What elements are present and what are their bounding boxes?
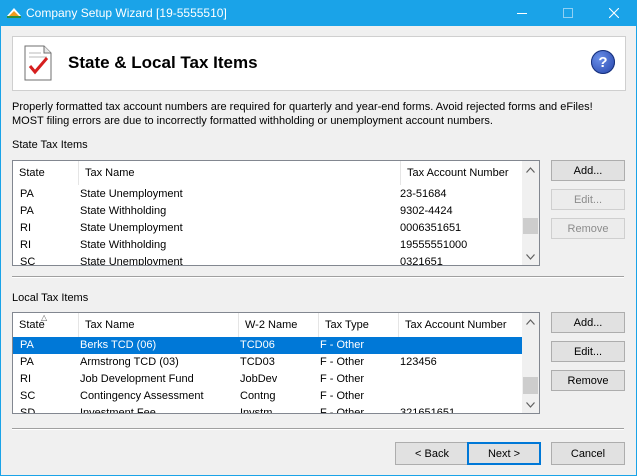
close-button[interactable] xyxy=(591,0,637,26)
tax-name-cell: Job Development Fund xyxy=(80,373,194,385)
title-bar: Company Setup Wizard [19-5555510] xyxy=(0,0,637,26)
help-glyph: ? xyxy=(598,53,608,71)
page-title: State & Local Tax Items xyxy=(68,53,258,72)
state-cell: PA xyxy=(20,188,34,200)
chevron-up-icon xyxy=(526,166,535,173)
scroll-down-button[interactable] xyxy=(522,248,539,265)
table-row[interactable]: SC State Unemployment 0321651 xyxy=(13,254,523,266)
close-icon xyxy=(609,8,619,18)
account-cell: 9302-4424 xyxy=(400,205,453,217)
tax-type-cell: F - Other xyxy=(320,390,365,402)
tax-name-cell: State Unemployment xyxy=(80,188,183,200)
local-add-button[interactable]: Add... xyxy=(551,312,625,333)
state-cell: PA xyxy=(20,339,34,351)
account-cell: 123456 xyxy=(400,356,437,368)
state-tax-list[interactable]: State Tax Name Tax Account Number PA Sta… xyxy=(12,160,540,266)
scroll-thumb[interactable] xyxy=(523,218,538,234)
account-col-header[interactable]: Tax Account Number xyxy=(401,161,523,185)
state-cell: RI xyxy=(20,239,31,251)
help-icon[interactable]: ? xyxy=(591,50,615,74)
state-cell: SC xyxy=(20,390,36,402)
tax-name-col-header[interactable]: Tax Name xyxy=(79,313,239,337)
state-cell: RI xyxy=(20,222,31,234)
state-col-header[interactable]: State xyxy=(13,313,79,337)
scroll-up-button[interactable] xyxy=(522,161,539,178)
cancel-button[interactable]: Cancel xyxy=(551,442,625,465)
next-button[interactable]: Next > xyxy=(467,442,541,465)
account-cell: 0006351651 xyxy=(400,222,462,234)
w2-name-cell: TCD03 xyxy=(240,356,275,368)
tax-name-cell: Armstrong TCD (03) xyxy=(80,356,179,368)
account-cell: 23-51684 xyxy=(400,188,447,200)
local-edit-button[interactable]: Edit... xyxy=(551,341,625,362)
table-row[interactable]: RI State Withholding 19555551000 xyxy=(13,237,523,254)
app-logo-icon xyxy=(7,8,21,18)
tax-name-cell: State Unemployment xyxy=(80,222,183,234)
tax-name-cell: State Unemployment xyxy=(80,256,183,266)
w2-name-cell: Invstm xyxy=(240,407,273,414)
w2-name-col-header[interactable]: W-2 Name xyxy=(239,313,319,337)
state-cell: PA xyxy=(20,356,34,368)
state-edit-button[interactable]: Edit... xyxy=(551,189,625,210)
tax-name-cell: Investment Fee xyxy=(80,407,156,414)
window-title: Company Setup Wizard [19-5555510] xyxy=(26,6,227,20)
tax-name-cell: Berks TCD (06) xyxy=(80,339,157,351)
w2-name-cell: Contng xyxy=(240,390,276,402)
w2-name-cell: TCD06 xyxy=(240,339,275,351)
minimize-button[interactable] xyxy=(499,0,545,26)
table-row[interactable]: RI Job Development Fund JobDev F - Other xyxy=(13,371,523,388)
local-remove-button[interactable]: Remove xyxy=(551,370,625,391)
local-tax-list[interactable]: △ State Tax Name W-2 Name Tax Type Tax A… xyxy=(12,312,540,414)
table-row[interactable]: PA State Withholding 9302-4424 xyxy=(13,203,523,220)
state-cell: SC xyxy=(20,256,36,266)
checklist-document-icon xyxy=(24,45,52,81)
table-row[interactable]: SD Investment Fee Invstm F - Other 32165… xyxy=(13,405,523,414)
minimize-icon xyxy=(517,13,527,14)
maximize-icon xyxy=(563,8,573,18)
state-list-scrollbar[interactable] xyxy=(522,161,539,265)
w2-name-cell: JobDev xyxy=(240,373,278,385)
intro-text: Properly formatted tax account numbers a… xyxy=(12,101,593,127)
local-list-scrollbar[interactable] xyxy=(522,313,539,413)
divider xyxy=(12,428,624,430)
maximize-button[interactable] xyxy=(545,0,591,26)
account-cell: 0321651 xyxy=(400,256,443,266)
tax-name-col-header[interactable]: Tax Name xyxy=(79,161,401,185)
account-cell: 321651651 xyxy=(400,407,456,414)
state-cell: RI xyxy=(20,373,31,385)
tax-type-cell: F - Other xyxy=(320,407,365,414)
chevron-up-icon xyxy=(526,318,535,325)
scroll-down-button[interactable] xyxy=(522,396,539,413)
account-cell: 19555551000 xyxy=(400,239,468,251)
table-row[interactable]: RI State Unemployment 0006351651 xyxy=(13,220,523,237)
back-button[interactable]: < Back xyxy=(395,442,469,465)
chevron-down-icon xyxy=(526,401,535,408)
tax-type-cell: F - Other xyxy=(320,373,365,385)
scroll-thumb[interactable] xyxy=(523,377,538,394)
table-row[interactable]: PA Berks TCD (06) TCD06 F - Other xyxy=(13,337,523,354)
tax-type-cell: F - Other xyxy=(320,339,365,351)
tax-name-cell: Contingency Assessment xyxy=(80,390,204,402)
state-add-button[interactable]: Add... xyxy=(551,160,625,181)
state-cell: PA xyxy=(20,205,34,217)
table-row[interactable]: SC Contingency Assessment Contng F - Oth… xyxy=(13,388,523,405)
state-remove-button[interactable]: Remove xyxy=(551,218,625,239)
account-col-header[interactable]: Tax Account Number xyxy=(399,313,523,337)
state-col-header[interactable]: State xyxy=(13,161,79,185)
tax-name-cell: State Withholding xyxy=(80,239,167,251)
chevron-down-icon xyxy=(526,253,535,260)
state-cell: SD xyxy=(20,407,36,414)
divider xyxy=(12,276,624,278)
header-panel: State & Local Tax Items ? xyxy=(12,36,626,91)
tax-type-col-header[interactable]: Tax Type xyxy=(319,313,399,337)
local-tax-items-label: Local Tax Items xyxy=(12,292,89,304)
table-row[interactable]: PA Armstrong TCD (03) TCD03 F - Other 12… xyxy=(13,354,523,371)
state-tax-items-label: State Tax Items xyxy=(12,139,88,151)
tax-type-cell: F - Other xyxy=(320,356,365,368)
table-row[interactable]: PA State Unemployment 23-51684 xyxy=(13,186,523,203)
scroll-up-button[interactable] xyxy=(522,313,539,330)
tax-name-cell: State Withholding xyxy=(80,205,167,217)
